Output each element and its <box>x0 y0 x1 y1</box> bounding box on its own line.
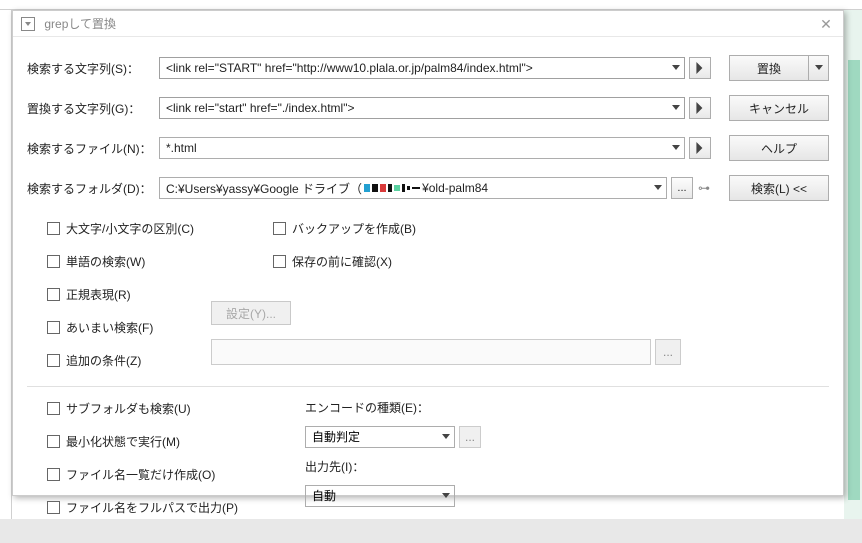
replace-button-dropdown[interactable] <box>809 55 829 81</box>
output-label: 出力先(I)： <box>305 458 364 475</box>
case-checkbox[interactable]: 大文字/小文字の区別(C) <box>43 219 269 238</box>
word-checkbox[interactable]: 単語の検索(W) <box>43 252 269 271</box>
output-select[interactable]: 自動 <box>305 485 455 507</box>
search-folder-combo[interactable]: C:¥Users¥yassy¥Google ドライブ（ ¥old-palm84 <box>159 177 667 199</box>
help-button[interactable]: ヘルプ <box>729 135 829 161</box>
encoding-select[interactable]: 自動判定 <box>305 426 455 448</box>
encoding-options-button[interactable]: ... <box>459 426 481 448</box>
search-folder-dropdown[interactable] <box>650 178 666 198</box>
confirm-checkbox[interactable]: 保存の前に確認(X) <box>269 252 829 271</box>
separator <box>27 386 829 387</box>
search-string-combo[interactable]: <link rel="START" href="http://www10.pla… <box>159 57 685 79</box>
filelist-checkbox[interactable]: ファイル名一覧だけ作成(O) <box>43 465 305 484</box>
search-file-combo[interactable]: *.html <box>159 137 685 159</box>
pin-icon[interactable]: ⊶ <box>697 181 711 195</box>
fullpath-checkbox[interactable]: ファイル名をフルパスで出力(P) <box>43 498 305 517</box>
replace-button[interactable]: 置換 <box>729 55 809 81</box>
search-string-label: 検索する文字列(S)： <box>27 60 159 77</box>
encoding-label: エンコードの種類(E)： <box>305 399 429 416</box>
search-file-value: *.html <box>160 141 668 155</box>
redacted-icon <box>362 184 422 192</box>
subfolder-checkbox[interactable]: サブフォルダも検索(U) <box>43 399 305 418</box>
fuzzy-checkbox[interactable]: あいまい検索(F) <box>43 318 153 337</box>
replace-string-dropdown[interactable] <box>668 98 684 118</box>
search-string-value: <link rel="START" href="http://www10.pla… <box>160 61 668 75</box>
search-file-dropdown[interactable] <box>668 138 684 158</box>
search-button[interactable]: 検索(L) << <box>729 175 829 201</box>
search-file-expand-button[interactable] <box>689 137 711 159</box>
search-folder-label: 検索するフォルダ(D)： <box>27 180 159 197</box>
fuzzy-settings-button: 設定(Y)... <box>211 301 291 325</box>
replace-string-value: <link rel="start" href="./index.html"> <box>160 101 668 115</box>
browse-folder-button[interactable]: ... <box>671 177 693 199</box>
backup-checkbox[interactable]: バックアップを作成(B) <box>269 219 829 238</box>
search-folder-value: C:¥Users¥yassy¥Google ドライブ（ ¥old-palm84 <box>160 180 650 197</box>
window-title: grepして置換 <box>44 17 116 31</box>
search-string-dropdown[interactable] <box>668 58 684 78</box>
minimized-checkbox[interactable]: 最小化状態で実行(M) <box>43 432 305 451</box>
additional-conditions-checkbox[interactable]: 追加の条件(Z) <box>43 351 141 370</box>
search-file-label: 検索するファイル(N)： <box>27 140 159 157</box>
replace-string-label: 置換する文字列(G)： <box>27 100 159 117</box>
close-button[interactable]: ✕ <box>817 15 835 33</box>
cancel-button[interactable]: キャンセル <box>729 95 829 121</box>
titlebar: grepして置換 ✕ <box>13 11 843 37</box>
additional-conditions-button[interactable]: ... <box>655 339 681 365</box>
grep-replace-dialog: grepして置換 ✕ 検索する文字列(S)： <link rel="START"… <box>12 10 844 496</box>
replace-string-combo[interactable]: <link rel="start" href="./index.html"> <box>159 97 685 119</box>
replace-string-expand-button[interactable] <box>689 97 711 119</box>
search-string-expand-button[interactable] <box>689 57 711 79</box>
app-icon <box>21 17 35 31</box>
additional-conditions-field <box>211 339 651 365</box>
